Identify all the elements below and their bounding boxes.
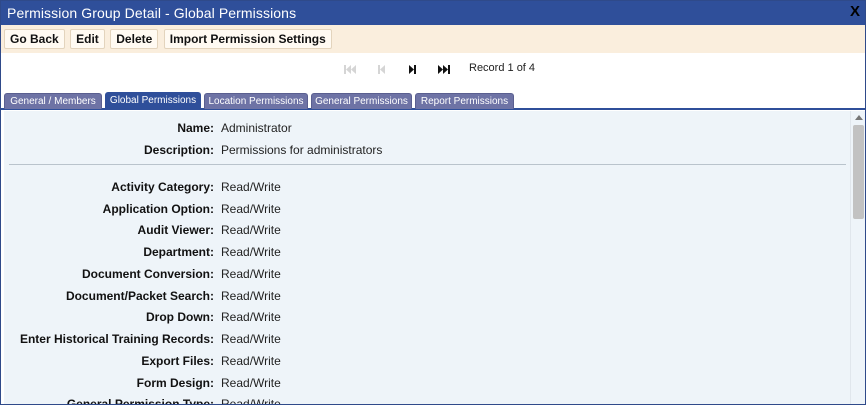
permission-label: Document Conversion: bbox=[81, 267, 214, 281]
previous-page-icon[interactable] bbox=[375, 64, 389, 75]
toolbar: Go Back Edit Delete Import Permission Se… bbox=[1, 25, 865, 53]
scroll-up-arrow-icon[interactable] bbox=[855, 115, 863, 120]
first-page-icon[interactable] bbox=[343, 64, 357, 75]
section-divider bbox=[9, 164, 846, 165]
record-pager: Record 1 of 4 bbox=[1, 55, 865, 83]
permission-row: Audit Viewer: Read/Write bbox=[4, 220, 850, 240]
record-counter: Record 1 of 4 bbox=[469, 62, 536, 74]
permission-label: Export Files: bbox=[141, 354, 214, 368]
permission-value: Read/Write bbox=[221, 180, 281, 194]
permission-row: General Permission Type: Read/Write bbox=[4, 394, 850, 405]
permission-row: Enter Historical Training Records: Read/… bbox=[4, 329, 850, 349]
tab-location-permissions[interactable]: Location Permissions bbox=[204, 93, 308, 109]
permission-row: Export Files: Read/Write bbox=[4, 351, 850, 371]
edit-button[interactable]: Edit bbox=[70, 29, 105, 49]
permission-row: Drop Down: Read/Write bbox=[4, 307, 850, 327]
permission-value: Read/Write bbox=[221, 223, 281, 237]
scroll-thumb[interactable] bbox=[853, 125, 864, 219]
permission-label: General Permission Type: bbox=[66, 397, 214, 405]
permission-row: Department: Read/Write bbox=[4, 242, 850, 262]
description-value: Permissions for administrators bbox=[221, 143, 383, 157]
close-button[interactable]: X bbox=[848, 3, 862, 21]
tab-report-permissions[interactable]: Report Permissions bbox=[415, 93, 514, 109]
tab-global-permissions[interactable]: Global Permissions bbox=[105, 92, 201, 109]
vertical-scrollbar[interactable] bbox=[850, 111, 865, 404]
name-value: Administrator bbox=[221, 121, 292, 135]
permission-value: Read/Write bbox=[221, 310, 281, 324]
permission-label: Enter Historical Training Records: bbox=[19, 332, 214, 346]
permission-row: Document/Packet Search: Read/Write bbox=[4, 286, 850, 306]
permission-row: Activity Category: Read/Write bbox=[4, 177, 850, 197]
name-row: Name: Administrator bbox=[4, 118, 850, 138]
permission-label: Application Option: bbox=[102, 202, 214, 216]
title-bar: Permission Group Detail - Global Permiss… bbox=[1, 1, 865, 25]
permission-value: Read/Write bbox=[221, 376, 281, 390]
tab-general-permissions[interactable]: General Permissions bbox=[311, 93, 412, 109]
permissions-panel: Name: Administrator Description: Permiss… bbox=[4, 111, 850, 405]
permission-label: Document/Packet Search: bbox=[65, 289, 214, 303]
delete-button[interactable]: Delete bbox=[110, 29, 159, 49]
last-page-icon[interactable] bbox=[437, 64, 451, 75]
name-label: Name: bbox=[177, 121, 214, 135]
next-page-icon[interactable] bbox=[405, 64, 419, 75]
permission-label: Drop Down: bbox=[146, 310, 214, 324]
permission-label: Activity Category: bbox=[111, 180, 214, 194]
permission-value: Read/Write bbox=[221, 267, 281, 281]
permission-row: Application Option: Read/Write bbox=[4, 199, 850, 219]
go-back-button[interactable]: Go Back bbox=[4, 29, 65, 49]
permission-label: Audit Viewer: bbox=[137, 223, 214, 237]
permission-label: Form Design: bbox=[136, 376, 214, 390]
permission-group-window: Permission Group Detail - Global Permiss… bbox=[0, 0, 866, 405]
tab-strip: General / Members Global Permissions Loc… bbox=[1, 91, 865, 110]
permission-value: Read/Write bbox=[221, 354, 281, 368]
description-label: Description: bbox=[143, 143, 214, 157]
permission-value: Read/Write bbox=[221, 332, 281, 346]
permission-value: Read/Write bbox=[221, 397, 281, 405]
permission-value: Read/Write bbox=[221, 245, 281, 259]
description-row: Description: Permissions for administrat… bbox=[4, 140, 850, 160]
permission-value: Read/Write bbox=[221, 289, 281, 303]
permission-row: Document Conversion: Read/Write bbox=[4, 264, 850, 284]
import-permission-settings-button[interactable]: Import Permission Settings bbox=[163, 29, 332, 49]
tab-general-members[interactable]: General / Members bbox=[4, 93, 102, 109]
permission-value: Read/Write bbox=[221, 202, 281, 216]
permission-row: Form Design: Read/Write bbox=[4, 373, 850, 393]
permission-label: Department: bbox=[143, 245, 214, 259]
window-title: Permission Group Detail - Global Permiss… bbox=[7, 5, 297, 21]
